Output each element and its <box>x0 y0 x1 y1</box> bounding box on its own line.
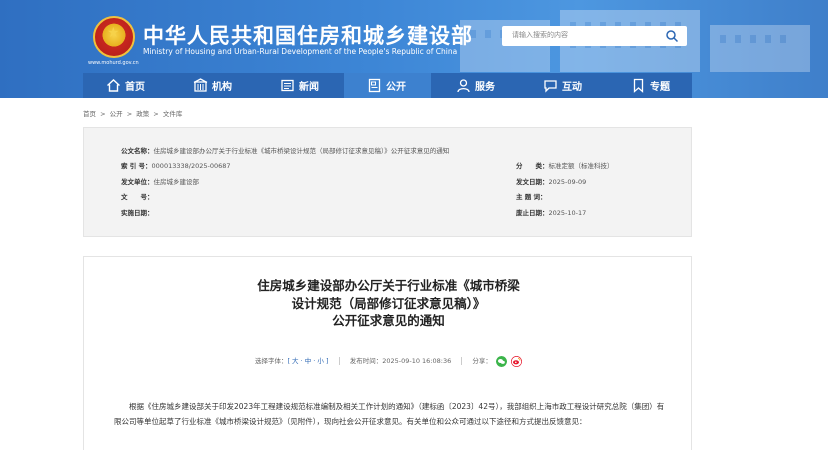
article-panel: 住房城乡建设部办公厅关于行业标准《城市桥梁 设计规范（局部修订征求意见稿）》 公… <box>83 256 692 450</box>
meta-issuer: 发文单位：住房城乡建设部 <box>121 176 199 186</box>
nav-item-public[interactable]: 公开 <box>344 73 431 98</box>
document-icon <box>368 78 381 93</box>
nav-label: 专题 <box>650 82 670 93</box>
meta-expire: 废止日期：2025-10-17 <box>516 207 586 217</box>
home-icon <box>107 79 120 92</box>
breadcrumb-separator: > <box>126 110 133 118</box>
meta-label: 公文名称： <box>121 147 154 155</box>
font-size-selector[interactable]: [ 大 · 中 · 小 ] <box>287 357 328 365</box>
meta-keywords: 主 题 词： <box>516 191 547 201</box>
breadcrumb: 首页 > 公开 > 政策 > 文件库 <box>83 108 184 118</box>
nav-label: 新闻 <box>299 82 319 93</box>
meta-label: 分 类： <box>516 162 549 170</box>
chat-icon <box>544 80 557 93</box>
meta-issue-date: 发文日期：2025-09-09 <box>516 176 586 186</box>
article-title-line: 住房城乡建设部办公厅关于行业标准《城市桥梁 <box>257 278 520 293</box>
nav-item-interact[interactable]: 互动 <box>543 73 582 98</box>
nav-item-topics[interactable]: 专题 <box>631 73 670 98</box>
article-title-line: 公开征求意见的通知 <box>332 313 445 328</box>
meta-label: 实施日期： <box>121 209 154 217</box>
nav-label: 首页 <box>125 82 145 93</box>
nav-item-service[interactable]: 服务 <box>456 73 495 98</box>
person-icon <box>457 79 470 93</box>
publish-time-label: 发布时间： <box>349 357 383 365</box>
breadcrumb-library[interactable]: 文件库 <box>163 110 183 118</box>
meta-value: 标准定额（标准科技） <box>548 162 614 170</box>
article-body: 根据《住房城乡建设部关于印发2023年工程建设规范标准编制及相关工作计划的通知》… <box>114 402 665 426</box>
meta-label: 发文单位： <box>121 178 154 186</box>
article-title: 住房城乡建设部办公厅关于行业标准《城市桥梁 设计规范（局部修订征求意见稿）》 公… <box>84 277 693 330</box>
article-title-line: 设计规范（局部修订征求意见稿）》 <box>291 295 486 311</box>
breadcrumb-policy[interactable]: 政策 <box>136 110 149 118</box>
nav-item-home[interactable]: 首页 <box>106 73 145 98</box>
news-icon <box>281 79 294 92</box>
nav-label: 公开 <box>386 82 406 93</box>
weibo-share-icon[interactable] <box>511 355 523 367</box>
nav-label: 互动 <box>562 82 582 93</box>
site-title[interactable]: 中华人民共和国住房和城乡建设部 <box>143 20 473 50</box>
nav-label: 服务 <box>475 82 495 93</box>
site-url: www.mohurd.gov.cn <box>88 60 139 66</box>
divider <box>461 357 463 365</box>
building-icon <box>193 78 208 92</box>
meta-label: 发文日期： <box>516 178 549 186</box>
meta-doc-name: 公文名称：住房城乡建设部办公厅关于行业标准《城市桥梁设计规范（局部修订征求意见稿… <box>121 145 449 155</box>
nav-item-organization[interactable]: 机构 <box>193 73 232 98</box>
meta-label: 废止日期： <box>516 209 549 217</box>
wechat-share-icon[interactable] <box>495 355 507 367</box>
meta-value: 000013338/2025-00687 <box>151 162 231 170</box>
meta-value: 住房城乡建设部 <box>153 178 200 186</box>
meta-index: 索 引 号：000013338/2025-00687 <box>121 160 231 170</box>
article-meta-bar: 选择字体：[ 大 · 中 · 小 ] 发布时间：2025-09-10 16:08… <box>84 355 693 367</box>
breadcrumb-public[interactable]: 公开 <box>110 110 123 118</box>
meta-label: 索 引 号： <box>121 162 152 170</box>
meta-effective: 实施日期： <box>121 207 154 217</box>
search-input[interactable]: 请输入搜索的内容 <box>512 30 568 40</box>
meta-value: 住房城乡建设部办公厅关于行业标准《城市桥梁设计规范（局部修订征求意见稿）》公开征… <box>153 147 450 155</box>
bookmark-icon <box>633 78 644 93</box>
main-nav: 首页 机构 新闻 公开 服务 互动 专题 <box>83 73 692 98</box>
breadcrumb-separator: > <box>100 110 106 118</box>
national-emblem-logo[interactable]: ★ <box>93 16 135 58</box>
meta-value: 2025-10-17 <box>548 209 587 217</box>
meta-docno: 文 号： <box>121 191 154 201</box>
font-size-label: 选择字体： <box>254 357 288 365</box>
share-label: 分享： <box>472 357 492 365</box>
search-box[interactable]: 请输入搜索的内容 <box>502 26 687 46</box>
meta-label: 主 题 词： <box>516 193 547 201</box>
meta-category: 分 类：标准定额（标准科技） <box>516 160 614 170</box>
nav-label: 机构 <box>212 82 232 93</box>
meta-value: 2025-09-09 <box>548 178 587 186</box>
nav-item-news[interactable]: 新闻 <box>280 73 319 98</box>
breadcrumb-separator: > <box>153 110 159 118</box>
divider <box>338 357 340 365</box>
breadcrumb-home[interactable]: 首页 <box>83 110 96 118</box>
publish-time: 2025-09-10 16:08:36 <box>382 357 452 365</box>
document-metadata-panel: 公文名称：住房城乡建设部办公厅关于行业标准《城市桥梁设计规范（局部修订征求意见稿… <box>83 127 692 237</box>
meta-label: 文 号： <box>121 193 154 201</box>
site-subtitle: Ministry of Housing and Urban-Rural Deve… <box>143 47 458 56</box>
search-icon[interactable] <box>665 29 679 43</box>
